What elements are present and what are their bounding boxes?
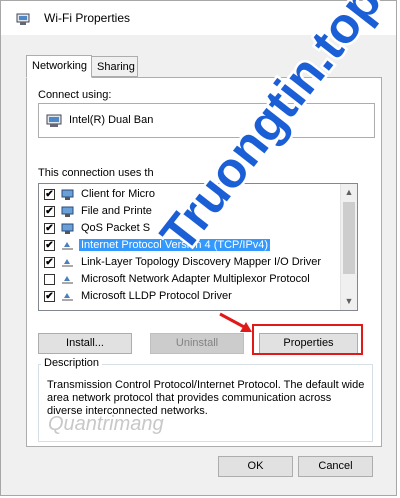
- protocol-icon: [62, 293, 73, 301]
- item-label: QoS Packet S: [81, 222, 151, 234]
- network-adapter-icon: [16, 13, 30, 25]
- protocol-icon: [62, 259, 73, 267]
- connect-using-label: Connect using:: [38, 89, 112, 101]
- brand-watermark-logo: Truongtin.top: [147, 0, 394, 264]
- svg-text:Truongtin.top: Truongtin.top: [150, 0, 392, 262]
- checkbox[interactable]: [44, 274, 55, 285]
- qos-scheduler-icon: [61, 223, 74, 234]
- file-printer-sharing-icon: [61, 206, 74, 217]
- tab-networking[interactable]: Networking: [26, 55, 92, 78]
- checkbox[interactable]: ✔: [44, 291, 55, 302]
- items-label: This connection uses th: [38, 167, 154, 179]
- checkbox[interactable]: ✔: [44, 223, 55, 234]
- tab-sharing[interactable]: Sharing: [91, 56, 138, 77]
- properties-highlight-box: [252, 324, 363, 355]
- checkbox[interactable]: ✔: [44, 257, 55, 268]
- adapter-icon: [46, 114, 62, 127]
- checkbox[interactable]: ✔: [44, 189, 55, 200]
- checkbox[interactable]: ✔: [44, 240, 55, 251]
- item-label: File and Printe: [81, 205, 152, 217]
- checkbox[interactable]: ✔: [44, 206, 55, 217]
- red-arrow-icon: [219, 312, 252, 332]
- protocol-icon: [62, 276, 73, 284]
- protocol-icon: [62, 242, 73, 250]
- cancel-button[interactable]: Cancel: [298, 456, 373, 477]
- description-legend: Description: [41, 357, 103, 369]
- network-client-icon: [61, 189, 74, 200]
- watermark-text: Quantrimang: [48, 413, 164, 435]
- uninstall-button[interactable]: Uninstall: [150, 333, 244, 354]
- window-title: Wi-Fi Properties: [44, 11, 131, 25]
- install-button[interactable]: Install...: [38, 333, 132, 354]
- adapter-name: Intel(R) Dual Ban: [69, 114, 154, 126]
- ok-button[interactable]: OK: [218, 456, 293, 477]
